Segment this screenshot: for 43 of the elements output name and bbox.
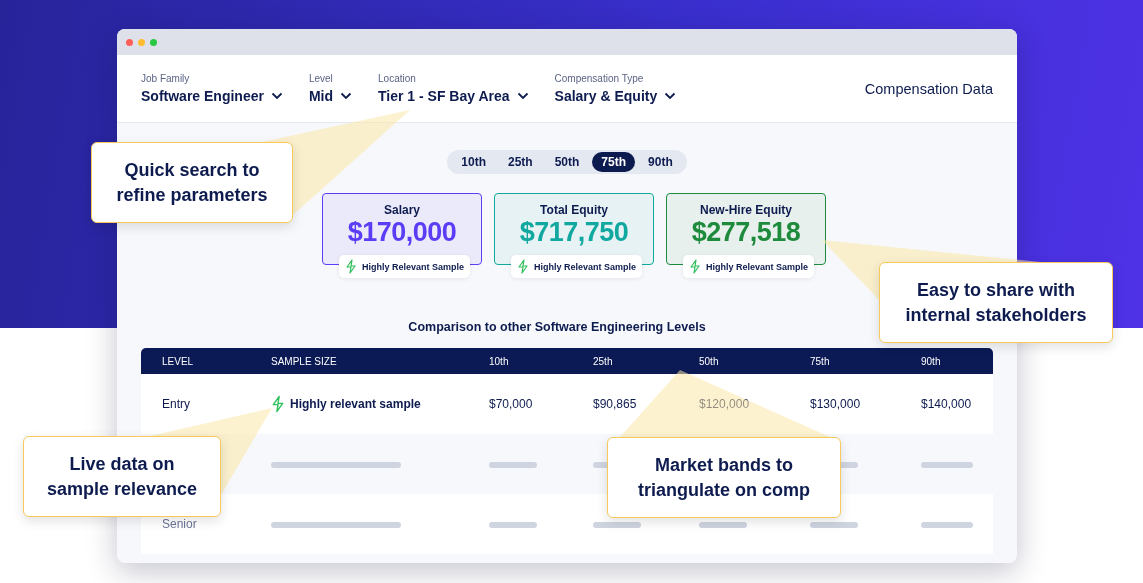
column-header: 75th bbox=[810, 355, 831, 367]
percentile-tab[interactable]: 90th bbox=[639, 152, 682, 172]
filter-label: Compensation Type bbox=[554, 73, 645, 84]
metric-value: $717,750 bbox=[519, 217, 629, 247]
percentile-tab[interactable]: 25th bbox=[498, 152, 542, 172]
column-header: 90th bbox=[921, 355, 942, 367]
percentile-tab[interactable]: 75th bbox=[592, 152, 636, 172]
callout: Market bands to triangulate on comp bbox=[607, 437, 841, 518]
column-header: LEVEL bbox=[162, 355, 195, 367]
filter-label: Level bbox=[308, 73, 334, 84]
callout: Quick search to refine parameters bbox=[91, 142, 293, 223]
badge-text: Highly Relevant Sample bbox=[362, 261, 465, 272]
percentile-tab[interactable]: 50th bbox=[545, 152, 589, 172]
filter-dropdown[interactable]: Mid bbox=[308, 88, 353, 104]
percentile-tab[interactable]: 10th bbox=[452, 152, 495, 172]
table-cell-text: $130,000 bbox=[810, 397, 862, 411]
table-cell-text: $120,000 bbox=[699, 397, 751, 411]
table-title: Comparison to other Software Engineering Levels bbox=[408, 320, 706, 334]
metric-value: $170,000 bbox=[347, 217, 457, 247]
metric-label: Total Equity bbox=[540, 203, 608, 217]
column-header: 10th bbox=[489, 355, 510, 367]
filter-dropdown[interactable]: Software Engineer bbox=[141, 88, 283, 104]
page-title: Compensation Data bbox=[864, 80, 993, 97]
badge-text: Highly Relevant Sample bbox=[706, 261, 809, 272]
filter-label: Job Family bbox=[141, 73, 191, 84]
table-cell-text: Entry bbox=[162, 397, 191, 411]
metric-label: New-Hire Equity bbox=[700, 203, 792, 217]
table-cell: Senior bbox=[162, 517, 197, 531]
column-header: SAMPLE SIZE bbox=[271, 355, 338, 367]
table-cell-text: $70,000 bbox=[489, 397, 534, 411]
callout: Easy to share with internal stakeholders bbox=[879, 262, 1113, 343]
filter-dropdown[interactable]: Tier 1 - SF Bay Area bbox=[378, 88, 529, 104]
column-header: 50th bbox=[699, 355, 720, 367]
metric-label: Salary bbox=[384, 203, 420, 217]
callout: Live data on sample relevance bbox=[23, 436, 221, 517]
table-cell-text: $140,000 bbox=[921, 397, 973, 411]
badge-text: Highly Relevant Sample bbox=[534, 261, 637, 272]
table-cell: Highly relevant sample bbox=[290, 397, 421, 411]
filter-label: Location bbox=[378, 73, 417, 84]
table-cell-text: $90,865 bbox=[593, 397, 638, 411]
column-header: 25th bbox=[593, 355, 614, 367]
filter-dropdown[interactable]: Salary & Equity bbox=[554, 88, 677, 104]
metric-value: $277,518 bbox=[691, 217, 801, 247]
